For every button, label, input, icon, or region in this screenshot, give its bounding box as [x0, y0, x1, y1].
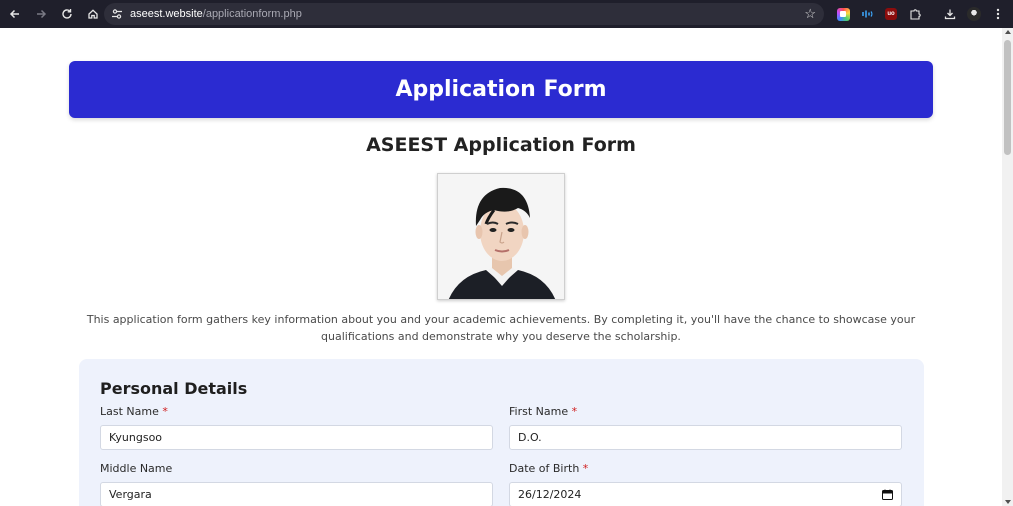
- extension-color-icon[interactable]: [833, 4, 853, 24]
- browser-menu-icon[interactable]: [988, 4, 1008, 24]
- last-name-label: Last Name *: [100, 405, 168, 418]
- home-icon: [88, 9, 98, 19]
- scroll-down-arrow-icon[interactable]: [1005, 500, 1011, 504]
- first-name-value: D.O.: [518, 431, 542, 444]
- dob-label-text: Date of Birth: [509, 462, 580, 475]
- ublock-extension-icon[interactable]: uo: [881, 4, 901, 24]
- dob-value: 26/12/2024: [518, 488, 582, 501]
- required-mark: *: [582, 462, 589, 475]
- back-button[interactable]: [3, 2, 27, 26]
- arrow-right-icon: [37, 9, 47, 19]
- page-scrollbar[interactable]: [1002, 28, 1013, 506]
- middle-name-label-text: Middle Name: [100, 462, 173, 475]
- download-icon[interactable]: [940, 4, 960, 24]
- scroll-thumb[interactable]: [1004, 40, 1011, 155]
- required-mark: *: [571, 405, 578, 418]
- form-intro-text: This application form gathers key inform…: [86, 313, 916, 343]
- url-text: aseest.website/applicationform.php: [130, 8, 302, 20]
- dob-label: Date of Birth *: [509, 462, 588, 475]
- tune-icon: [112, 9, 122, 19]
- bookmark-star-icon[interactable]: ☆: [804, 6, 816, 22]
- first-name-label: First Name *: [509, 405, 577, 418]
- reload-button[interactable]: [55, 2, 79, 26]
- dob-input[interactable]: 26/12/2024: [509, 482, 902, 506]
- form-heading: ASEEST Application Form: [366, 134, 636, 156]
- forward-button[interactable]: [29, 2, 53, 26]
- extension-audio-icon[interactable]: [857, 4, 877, 24]
- last-name-value: Kyungsoo: [109, 431, 163, 444]
- banner-title: Application Form: [395, 77, 607, 102]
- page-content: Application Form ASEEST Application Form: [0, 28, 1002, 506]
- applicant-photo: [437, 173, 565, 300]
- calendar-icon[interactable]: [882, 489, 893, 500]
- section-title: Personal Details: [100, 379, 248, 398]
- browser-toolbar: aseest.website/applicationform.php ☆ uo: [0, 0, 1013, 28]
- profile-avatar[interactable]: [964, 4, 984, 24]
- url-path: /applicationform.php: [202, 8, 302, 20]
- middle-name-label: Middle Name: [100, 462, 172, 475]
- last-name-label-text: Last Name: [100, 405, 159, 418]
- header-banner: Application Form: [69, 61, 933, 118]
- required-mark: *: [162, 405, 168, 418]
- first-name-label-text: First Name: [509, 405, 569, 418]
- home-button[interactable]: [81, 2, 105, 26]
- reload-icon: [62, 9, 72, 19]
- arrow-left-icon: [9, 9, 19, 19]
- personal-details-card: Personal Details Last Name * Kyungsoo Fi…: [79, 359, 924, 506]
- middle-name-input[interactable]: Vergara: [100, 482, 493, 506]
- address-bar[interactable]: aseest.website/applicationform.php ☆: [104, 3, 824, 25]
- extensions-puzzle-icon[interactable]: [905, 4, 925, 24]
- last-name-input[interactable]: Kyungsoo: [100, 425, 493, 450]
- url-host: aseest.website: [130, 8, 203, 20]
- site-info-button[interactable]: [106, 3, 128, 25]
- first-name-input[interactable]: D.O.: [509, 425, 902, 450]
- scroll-up-arrow-icon[interactable]: [1005, 30, 1011, 34]
- middle-name-value: Vergara: [109, 488, 152, 501]
